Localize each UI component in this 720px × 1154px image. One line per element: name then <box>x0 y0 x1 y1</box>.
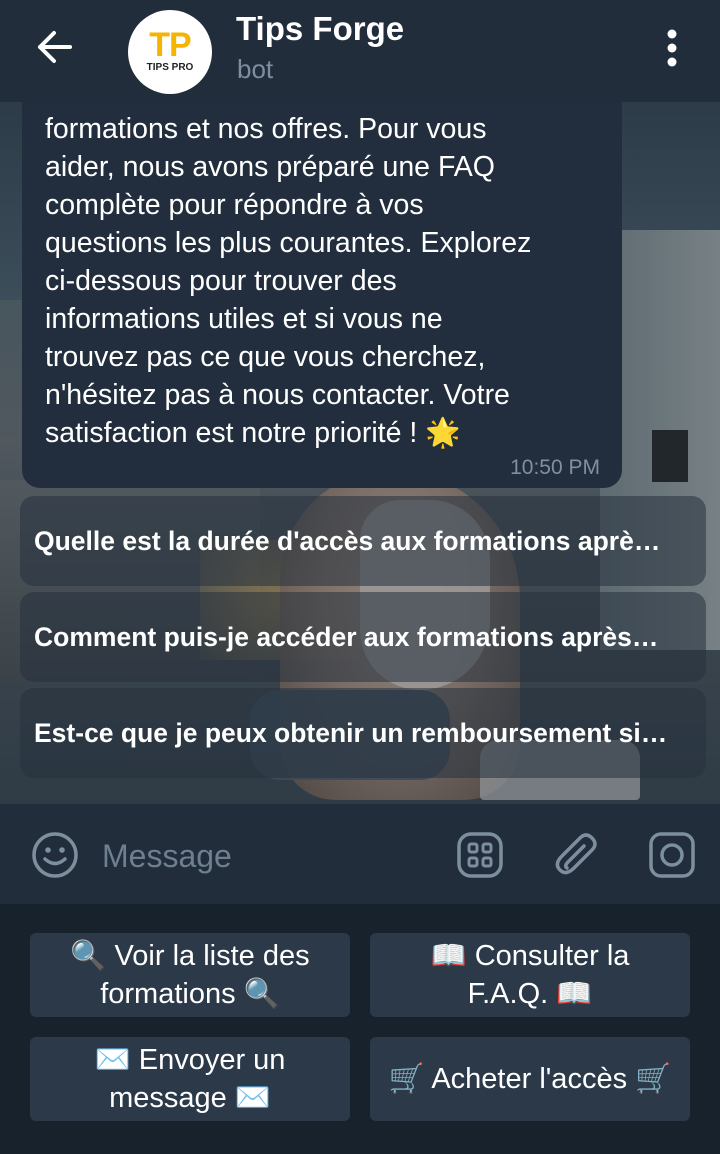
inline-button-refund[interactable]: Est-ce que je peux obtenir un remboursem… <box>20 688 706 778</box>
message-bubble: formations et nos offres. Pour vous aide… <box>22 70 622 488</box>
camera-icon[interactable] <box>647 830 697 880</box>
more-options-icon[interactable] <box>650 22 694 74</box>
buy-access-button[interactable]: 🛒 Acheter l'accès 🛒 <box>370 1037 690 1121</box>
chat-header: TP TIPS PRO Tips Forge bot <box>0 0 720 102</box>
message-time: 10:50 PM <box>510 456 600 479</box>
reply-keyboard: 🔍 Voir la liste des formations 🔍 📖 Consu… <box>0 904 720 1154</box>
view-faq-button[interactable]: 📖 Consulter la F.A.Q. 📖 <box>370 933 690 1017</box>
back-arrow-icon[interactable] <box>30 22 80 72</box>
keyboard-toggle-icon[interactable] <box>455 830 505 880</box>
view-formations-button[interactable]: 🔍 Voir la liste des formations 🔍 <box>30 933 350 1017</box>
inline-button-access-duration[interactable]: Quelle est la durée d'accès aux formatio… <box>20 496 706 586</box>
message-composer <box>0 804 720 904</box>
bot-avatar[interactable]: TP TIPS PRO <box>128 10 212 94</box>
emoji-icon[interactable] <box>30 830 80 880</box>
inline-button-access-formations[interactable]: Comment puis-je accéder aux formations a… <box>20 592 706 682</box>
avatar-logo-subtitle: TIPS PRO <box>146 62 194 73</box>
message-input[interactable] <box>100 832 444 880</box>
chat-title[interactable]: Tips Forge <box>236 10 404 48</box>
chat-status: bot <box>237 54 274 84</box>
attach-paperclip-icon[interactable] <box>552 830 602 880</box>
message-text: formations et nos offres. Pour vous aide… <box>45 113 532 449</box>
send-message-button[interactable]: ✉️ Envoyer un message ✉️ <box>30 1037 350 1121</box>
avatar-logo: TP <box>149 26 191 64</box>
